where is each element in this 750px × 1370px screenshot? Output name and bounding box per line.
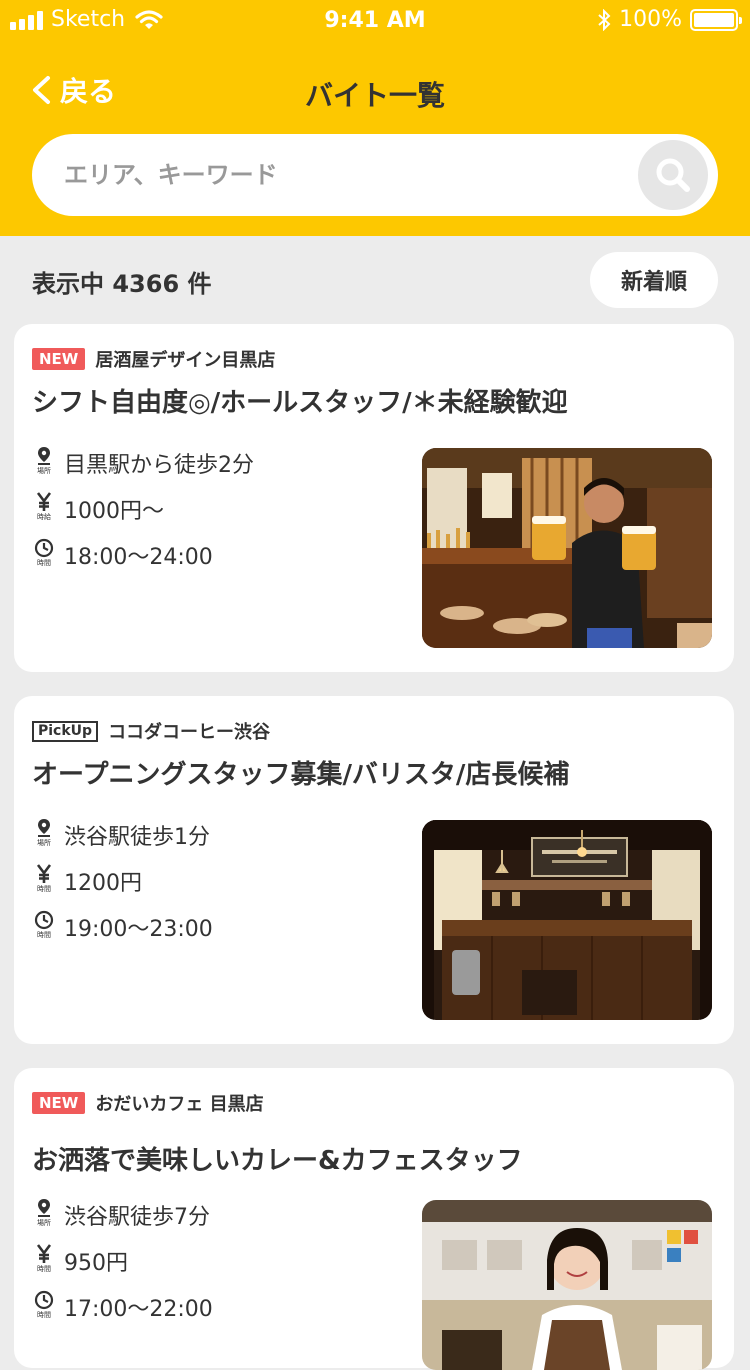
- result-bar: 表示中 4366 件 新着順: [0, 236, 750, 324]
- job-photo-cafe-staff: [422, 1200, 712, 1370]
- job-wage: 1000円〜: [64, 499, 164, 524]
- clock-icon: 時間: [32, 538, 56, 572]
- clock-icon: 時間: [32, 1290, 56, 1324]
- job-title: お洒落で美味しいカレー&カフェスタッフ: [32, 1146, 523, 1176]
- new-badge: NEW: [32, 348, 86, 370]
- shop-name: 居酒屋デザイン目黒店: [95, 350, 276, 371]
- job-photo-cafe: [422, 820, 712, 1020]
- yen-icon: 時給: [32, 492, 56, 526]
- job-info: 場所 渋谷駅徒歩7分 時間 950円 時間 17:00〜22:00: [32, 1192, 213, 1330]
- clock-icon: 時間: [32, 910, 56, 944]
- job-access: 目黒駅から徒歩2分: [64, 453, 254, 478]
- header: Sketch 9:41 AM 100% 戻る バイト一覧: [0, 0, 750, 236]
- search-input[interactable]: [64, 134, 624, 216]
- job-wage: 1200円: [64, 871, 142, 896]
- location-pin-icon: 場所: [32, 446, 56, 480]
- job-card[interactable]: PickUp ココダコーヒー渋谷 オープニングスタッフ募集/バリスタ/店長候補 …: [14, 696, 734, 1044]
- pickup-badge: PickUp: [32, 720, 99, 742]
- location-pin-icon: 場所: [32, 818, 56, 852]
- bluetooth-icon: [598, 8, 611, 31]
- job-photo-izakaya: [422, 448, 712, 648]
- search-button[interactable]: [638, 140, 708, 210]
- job-card[interactable]: NEW 居酒屋デザイン目黒店 シフト自由度◎/ホールスタッフ/＊未経験歓迎 場所…: [14, 324, 734, 672]
- job-access: 渋谷駅徒歩1分: [64, 825, 210, 850]
- sort-button[interactable]: 新着順: [590, 252, 718, 308]
- job-title: オープニングスタッフ募集/バリスタ/店長候補: [32, 760, 570, 790]
- shop-name: ココダコーヒー渋谷: [108, 722, 271, 743]
- job-hours: 19:00〜23:00: [64, 917, 213, 942]
- search-icon: [656, 158, 690, 192]
- job-access: 渋谷駅徒歩7分: [64, 1205, 210, 1230]
- job-info: 場所 目黒駅から徒歩2分 時給 1000円〜 時間 18:00〜24:00: [32, 440, 254, 578]
- page-title: バイト一覧: [304, 79, 445, 112]
- job-hours: 18:00〜24:00: [64, 545, 213, 570]
- yen-icon: 時間: [32, 864, 56, 898]
- new-badge: NEW: [32, 1092, 86, 1114]
- job-card[interactable]: NEW おだいカフェ 目黒店 お洒落で美味しいカレー&カフェスタッフ 場所 渋谷…: [14, 1068, 734, 1370]
- shop-name: おだいカフェ 目黒店: [95, 1094, 264, 1115]
- job-hours: 17:00〜22:00: [64, 1297, 213, 1322]
- yen-icon: 時間: [32, 1244, 56, 1278]
- location-pin-icon: 場所: [32, 1198, 56, 1232]
- job-info: 場所 渋谷駅徒歩1分 時間 1200円 時間 19:00〜23:00: [32, 812, 213, 950]
- result-count: 表示中 4366 件: [32, 270, 212, 298]
- search-bar: [32, 134, 718, 216]
- job-wage: 950円: [64, 1251, 128, 1276]
- battery-percent: 100%: [619, 7, 682, 32]
- battery-icon: [690, 8, 742, 31]
- status-bar: Sketch 9:41 AM 100%: [0, 0, 750, 40]
- job-title: シフト自由度◎/ホールスタッフ/＊未経験歓迎: [32, 388, 568, 418]
